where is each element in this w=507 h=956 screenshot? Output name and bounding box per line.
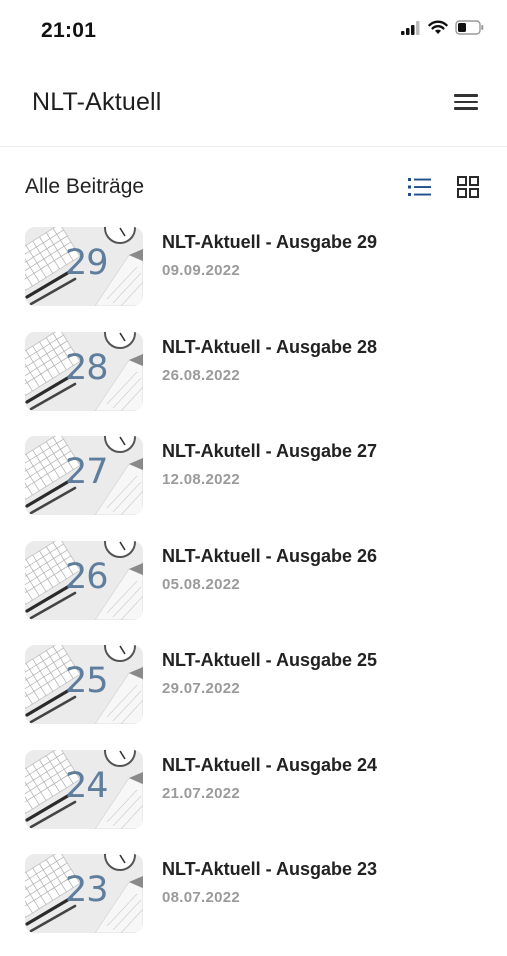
list-item[interactable]: 29 NLT-Aktuell - Ausgabe 29 09.09.2022: [0, 224, 507, 329]
list-item[interactable]: 26 NLT-Aktuell - Ausgabe 26 05.08.2022: [0, 538, 507, 643]
app-header: NLT-Aktuell: [0, 62, 507, 147]
post-thumbnail: 26: [25, 540, 143, 620]
post-thumbnail: 29: [25, 227, 143, 306]
thumbnail-issue-number: 26: [65, 556, 109, 597]
thumbnail-issue-number: 24: [65, 765, 109, 806]
thumbnail-issue-number: 27: [65, 452, 109, 492]
thumbnail-issue-number: 28: [65, 347, 109, 388]
post-list: 29 NLT-Aktuell - Ausgabe 29 09.09.2022 2…: [0, 224, 507, 956]
post-thumbnail: 28: [25, 331, 143, 411]
hamburger-menu-icon[interactable]: [451, 90, 481, 116]
post-date: 21.07.2022: [162, 784, 241, 802]
post-thumbnail: 25: [25, 645, 143, 724]
post-date: 29.07.2022: [162, 680, 241, 697]
list-item[interactable]: 23 NLT-Aktuell - Ausgabe 23 08.07.2022: [0, 851, 507, 956]
list-item[interactable]: 28 NLT-Aktuell - Ausgabe 28 26.08.2022: [0, 329, 507, 434]
section-header: Alle Beiträge: [0, 160, 507, 216]
post-date: 05.08.2022: [162, 575, 241, 593]
battery-icon: [455, 20, 485, 40]
post-title: NLT-Aktuell - Ausgabe 29: [162, 232, 378, 252]
grid-view-icon[interactable]: [455, 174, 481, 200]
list-item[interactable]: 24 NLT-Aktuell - Ausgabe 24 21.07.2022: [0, 747, 507, 852]
post-date: 09.09.2022: [162, 262, 241, 279]
list-item[interactable]: 25 NLT-Aktuell - Ausgabe 25 29.07.2022: [0, 642, 507, 747]
post-title: NLT-Aktuell - Ausgabe 24: [162, 754, 378, 775]
app-title: NLT-Aktuell: [32, 88, 162, 116]
wifi-icon: [428, 20, 448, 40]
post-date: 08.07.2022: [162, 889, 241, 906]
list-item[interactable]: 27 NLT-Akutell - Ausgabe 27 12.08.2022: [0, 433, 507, 538]
section-title: Alle Beiträge: [25, 175, 145, 198]
post-thumbnail: 23: [25, 854, 143, 933]
status-time: 21:01: [41, 19, 97, 42]
thumbnail-issue-number: 23: [65, 870, 109, 910]
post-date: 26.08.2022: [162, 366, 241, 384]
list-view-icon[interactable]: [407, 174, 433, 200]
thumbnail-issue-number: 29: [65, 243, 109, 283]
post-thumbnail: 24: [25, 749, 143, 829]
post-title: NLT-Aktuell - Ausgabe 26: [162, 545, 378, 566]
post-date: 12.08.2022: [162, 471, 241, 488]
status-icons: [401, 20, 485, 40]
post-thumbnail: 27: [25, 436, 143, 515]
signal-icon: [401, 20, 421, 40]
thumbnail-issue-number: 25: [65, 661, 109, 701]
post-title: NLT-Akutell - Ausgabe 27: [162, 441, 378, 461]
status-bar: 21:01: [0, 0, 507, 62]
post-title: NLT-Aktuell - Ausgabe 23: [162, 859, 378, 879]
post-title: NLT-Aktuell - Ausgabe 28: [162, 336, 378, 357]
view-toggle: [407, 174, 481, 200]
post-title: NLT-Aktuell - Ausgabe 25: [162, 650, 378, 670]
